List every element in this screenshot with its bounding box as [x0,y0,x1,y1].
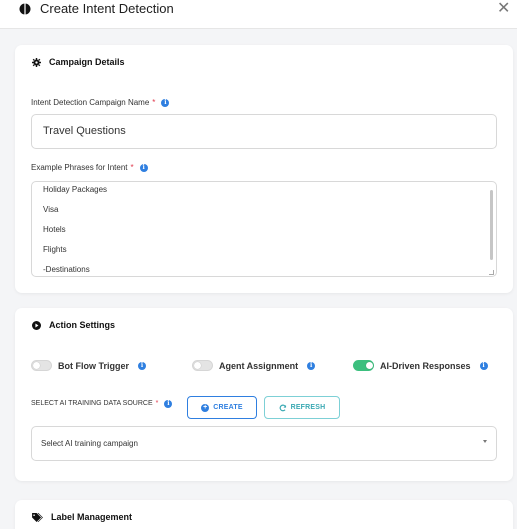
info-icon[interactable]: i [479,361,488,370]
action-settings-card: Action Settings Bot Flow Trigger i Agent… [15,308,513,481]
agent-assignment-toggle[interactable] [192,360,213,371]
campaign-details-card: Campaign Details Intent Detection Campai… [15,45,513,293]
required-mark: * [130,163,134,172]
agent-assignment-label: Agent Assignment [219,360,299,371]
phrases-textarea[interactable]: Holiday Packages Visa Hotels Flights -De… [31,181,497,277]
bot-flow-trigger-toggle[interactable] [31,360,52,371]
data-source-label: SELECT AI TRAINING DATA SOURCE * i [31,398,173,409]
label-management-card: Label Management [15,500,513,529]
bot-flow-trigger-toggle-row: Bot Flow Trigger i [31,360,146,371]
close-icon[interactable]: ✕ [497,1,510,17]
required-mark: * [155,400,159,407]
resize-handle[interactable] [489,270,494,275]
modal-title: Create Intent Detection [40,1,174,16]
campaign-name-label-text: Intent Detection Campaign Name [31,98,150,107]
info-icon[interactable]: i [138,361,146,370]
refresh-button[interactable]: REFRESH [264,396,340,419]
phrase-line: Flights [43,245,67,254]
refresh-icon [279,404,286,411]
refresh-button-label: REFRESH [290,404,326,411]
campaign-details-heading: Campaign Details [32,56,125,68]
phrases-label-text: Example Phrases for Intent [31,163,128,172]
ai-driven-responses-toggle-row: AI-Driven Responses i [353,360,488,371]
info-icon[interactable]: i [161,98,170,107]
campaign-details-title: Campaign Details [49,57,125,67]
ai-driven-responses-toggle[interactable] [353,360,374,371]
phrase-line: Hotels [43,225,66,234]
label-management-heading: Label Management [32,511,132,523]
tags-icon [32,512,43,522]
phrases-label: Example Phrases for Intent * i [31,162,148,173]
select-placeholder: Select AI training campaign [41,439,138,448]
campaign-name-input[interactable]: Travel Questions [31,114,497,149]
info-icon[interactable]: i [164,399,173,408]
label-management-title: Label Management [51,512,133,522]
required-mark: * [152,98,156,107]
bot-flow-trigger-label: Bot Flow Trigger [58,360,129,371]
data-source-label-text: SELECT AI TRAINING DATA SOURCE [31,400,153,407]
phrase-line: Holiday Packages [43,185,108,194]
play-circle-icon [32,320,41,330]
phrase-line: Visa [43,205,59,214]
create-button[interactable]: + CREATE [187,396,257,419]
phrase-line: -Destinations [43,265,90,274]
info-icon[interactable]: i [139,163,148,172]
agent-assignment-toggle-row: Agent Assignment i [192,360,316,371]
textarea-scrollbar[interactable] [490,190,493,260]
info-icon[interactable]: i [307,361,316,370]
training-campaign-select[interactable]: Select AI training campaign [31,426,497,461]
create-button-label: CREATE [213,404,243,411]
ai-driven-responses-label: AI-Driven Responses [380,360,471,371]
campaign-name-label: Intent Detection Campaign Name * i [31,97,170,108]
brain-logo-icon [19,3,31,15]
action-settings-heading: Action Settings [32,319,115,331]
chevron-down-icon [483,440,487,443]
plus-circle-icon: + [201,403,210,412]
gear-icon [32,57,41,67]
action-settings-title: Action Settings [49,320,116,330]
modal-header: Create Intent Detection ✕ [0,0,517,29]
